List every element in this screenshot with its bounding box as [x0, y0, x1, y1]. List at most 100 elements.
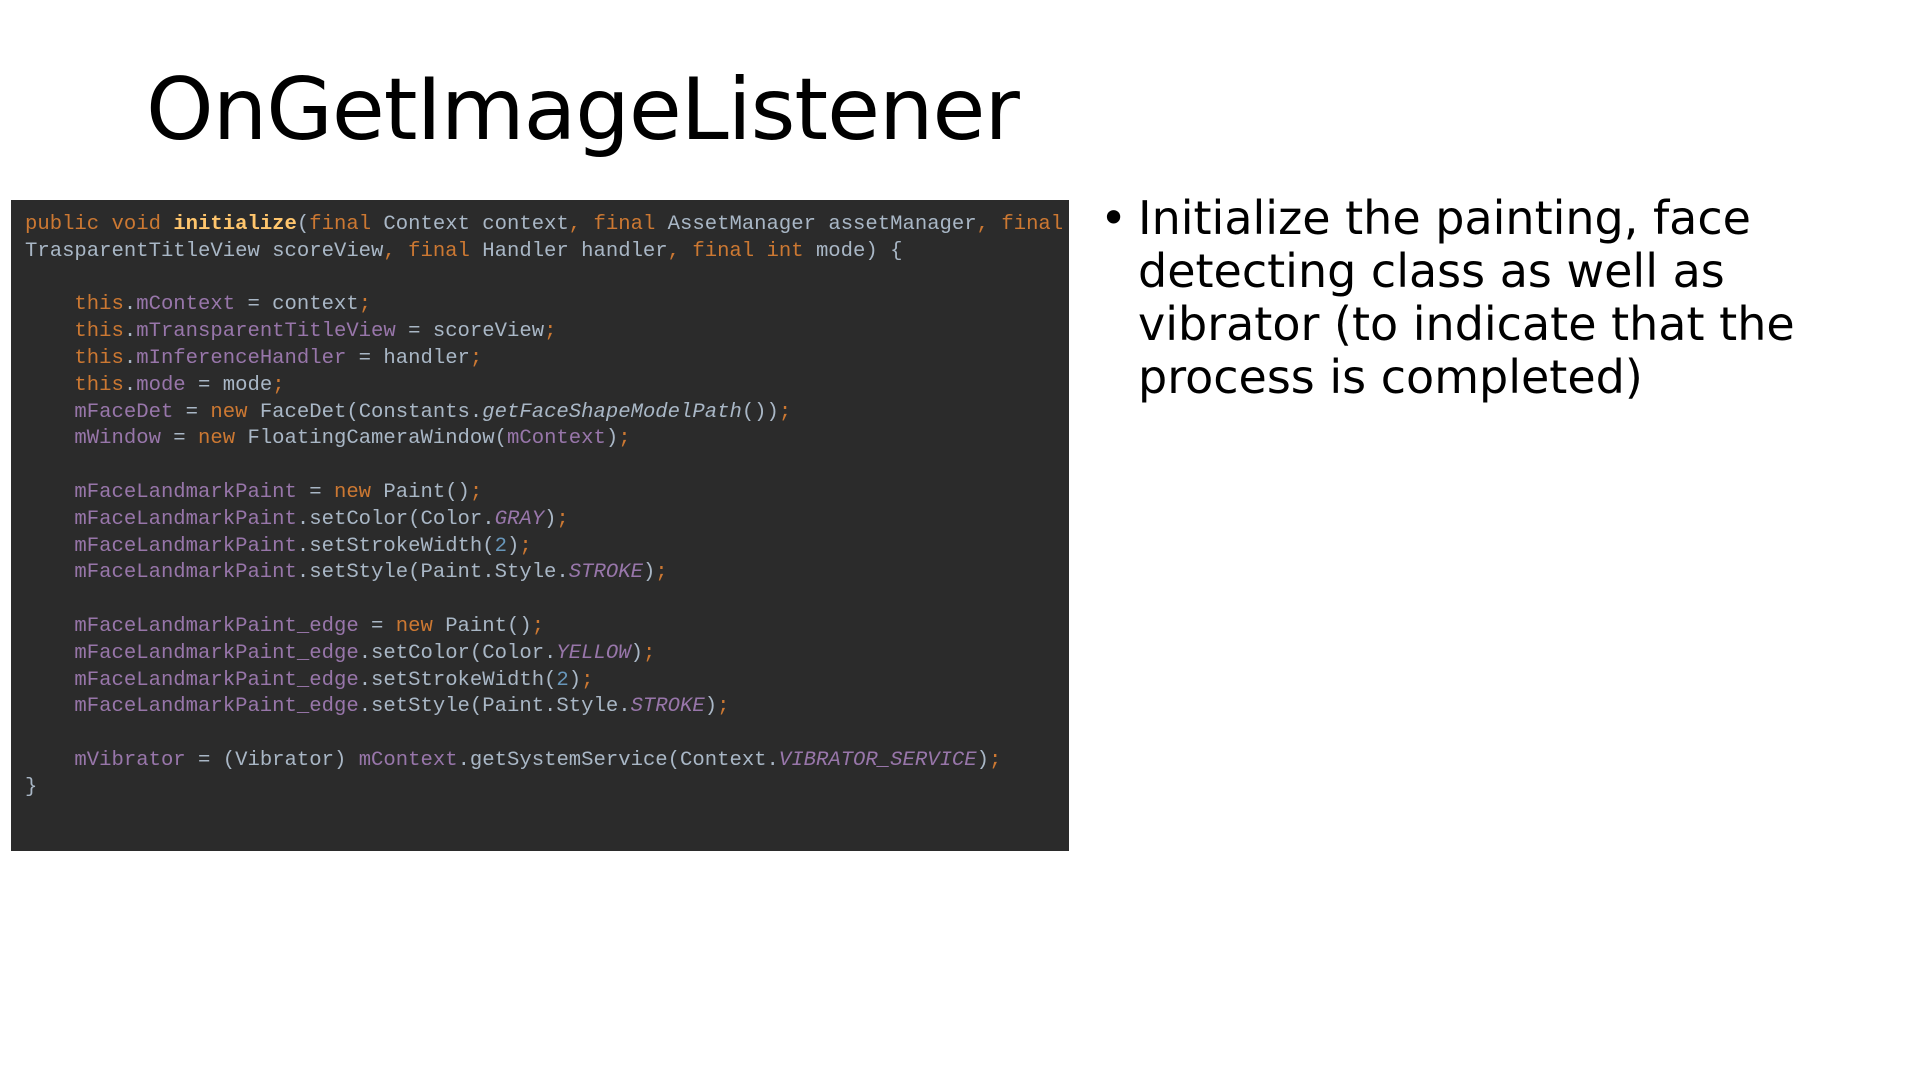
code-line: this.mContext = context; [25, 292, 1055, 319]
code-token: } [25, 775, 38, 799]
code-line: mFaceLandmarkPaint = new Paint(); [25, 480, 1055, 507]
code-token: STROKE [630, 695, 705, 719]
code-token: ()) [741, 400, 779, 424]
code-token: mode [136, 373, 186, 397]
code-token: . [123, 293, 137, 317]
code-token: final [593, 213, 668, 236]
code-token: mFaceLandmarkPaint_edge [25, 641, 359, 665]
code-token: ( [296, 213, 310, 236]
code-token: .setStyle(Paint.Style. [358, 695, 631, 719]
code-token: = (Vibrator) [185, 748, 359, 772]
code-line: this.mInferenceHandler = handler; [25, 346, 1055, 373]
code-token: TrasparentTitleView scoreView [25, 239, 384, 263]
code-line: mFaceLandmarkPaint.setStyle(Paint.Style.… [25, 560, 1055, 587]
bullet-item: • Initialize the painting, face detectin… [1100, 192, 1900, 404]
code-token: this [25, 320, 124, 344]
code-line: public void initialize(final Context con… [25, 212, 1063, 239]
code-token: FaceDet(Constants. [259, 400, 483, 424]
code-token: final [1001, 213, 1064, 236]
code-token: = [296, 480, 334, 504]
slide-title: OnGetImageListener [146, 60, 1020, 160]
code-token: ) [704, 695, 718, 719]
code-token: GRAY [494, 507, 545, 531]
code-token: ) [568, 668, 582, 692]
code-token: mInferenceHandler [136, 346, 347, 370]
code-token: Handler handler [482, 239, 668, 263]
code-token: getFaceShapeModelPath [482, 400, 742, 424]
code-token: FloatingCameraWindow( [247, 427, 507, 451]
code-token: ; [556, 507, 569, 531]
code-line: mVibrator = (Vibrator) mContext.getSyste… [25, 748, 1055, 775]
code-token: ; [544, 320, 557, 344]
code-token: mFaceLandmarkPaint [25, 534, 297, 558]
code-token: .setStyle(Paint.Style. [296, 561, 569, 585]
code-token: this [25, 373, 124, 397]
code-token: VIBRATOR_SERVICE [778, 748, 977, 772]
code-token: new [198, 427, 248, 451]
code-token: mFaceLandmarkPaint_edge [25, 668, 359, 692]
code-token: final int [692, 239, 816, 263]
code-token: YELLOW [556, 641, 631, 665]
code-token: ) [630, 641, 643, 665]
code-token: mFaceLandmarkPaint_edge [25, 614, 359, 638]
code-token: 2 [494, 534, 507, 558]
code-token: final [408, 239, 483, 263]
code-line: mFaceLandmarkPaint.setColor(Color.GRAY); [25, 507, 1055, 534]
code-token: mFaceLandmarkPaint [25, 561, 297, 585]
code-token: mFaceLandmarkPaint_edge [25, 695, 359, 719]
code-token: ; [642, 641, 656, 665]
code-token: ; [358, 293, 372, 317]
code-token: .setColor(Color. [358, 641, 557, 665]
code-line: this.mTransparentTitleView = scoreView; [25, 319, 1055, 346]
code-token: . [123, 346, 137, 370]
code-token: mTransparentTitleView [136, 320, 396, 344]
code-token: ; [618, 427, 631, 451]
code-line: mFaceLandmarkPaint_edge = new Paint(); [25, 614, 1055, 641]
code-token: ; [519, 534, 532, 558]
code-token: mFaceLandmarkPaint [25, 507, 297, 531]
code-line: mFaceDet = new FaceDet(Constants.getFace… [25, 400, 1055, 427]
code-line: mWindow = new FloatingCameraWindow(mCont… [25, 426, 1055, 453]
code-token: Paint() [383, 480, 470, 504]
code-token: = [358, 614, 396, 638]
bullet-icon: • [1100, 191, 1128, 245]
code-token: ; [717, 695, 730, 719]
code-line: mFaceLandmarkPaint_edge.setStyle(Paint.S… [25, 694, 1055, 721]
code-token: mVibrator [25, 748, 186, 772]
code-token: ; [531, 614, 545, 638]
code-token: 2 [556, 668, 569, 692]
code-token: new [333, 480, 384, 504]
code-token: ; [778, 400, 792, 424]
code-token: , [667, 239, 693, 263]
code-token: . [123, 320, 137, 344]
code-token: ) [976, 748, 989, 772]
code-token: .setStrokeWidth( [296, 534, 495, 558]
code-token: . [123, 373, 137, 397]
code-token: .getSystemService(Context. [457, 748, 779, 772]
code-token: mContext [136, 293, 236, 317]
code-token: ; [272, 373, 285, 397]
code-token: AssetManager assetManager [667, 213, 977, 236]
code-token: = [173, 400, 211, 424]
code-token: ; [655, 561, 668, 585]
code-token: ; [581, 668, 594, 692]
code-token: , [568, 213, 594, 236]
code-token: mFaceLandmarkPaint [25, 480, 297, 504]
code-token: = handler [346, 346, 470, 370]
code-token: ; [469, 346, 483, 370]
code-token: mContext [507, 427, 606, 451]
code-token: .setColor(Color. [296, 507, 495, 531]
code-line: } [25, 775, 1055, 802]
code-token: STROKE [568, 561, 643, 585]
code-token: Context context [383, 213, 569, 236]
code-token: = mode [185, 373, 273, 397]
code-token: ) [605, 427, 619, 451]
code-token: = context [235, 293, 359, 317]
code-token: public void [25, 213, 174, 236]
code-token: new [395, 614, 446, 638]
code-line: mFaceLandmarkPaint.setStrokeWidth(2); [25, 534, 1055, 561]
